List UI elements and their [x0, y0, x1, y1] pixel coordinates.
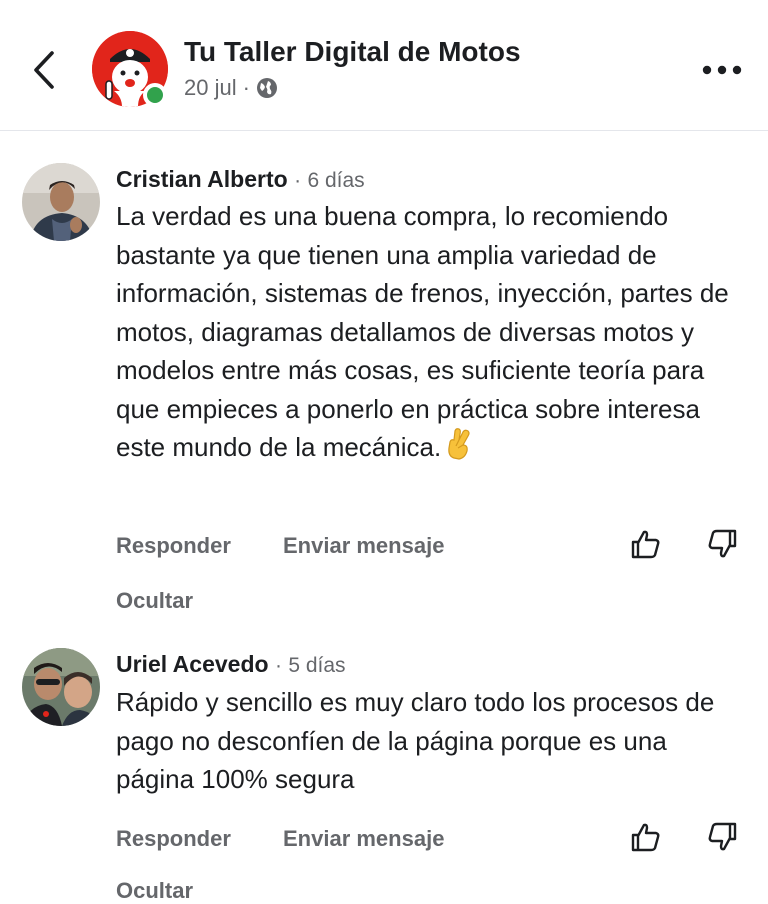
comment-text: Rápido y sencillo es muy claro todo los …	[116, 687, 715, 794]
post-meta: 20 jul ·	[184, 74, 278, 102]
comment-separator: ·	[294, 169, 302, 192]
reply-button[interactable]: Responder	[116, 533, 231, 559]
crossed-fingers-emoji	[448, 428, 470, 460]
comment-separator: ·	[274, 654, 282, 677]
more-horizontal-icon	[702, 65, 742, 75]
back-button[interactable]	[26, 48, 62, 92]
comment-text: La verdad es una buena compra, lo recomi…	[116, 201, 729, 462]
meta-separator: ·	[242, 75, 250, 100]
globe-icon	[256, 78, 277, 98]
hide-button[interactable]: Ocultar	[116, 588, 193, 614]
more-options-button[interactable]	[700, 56, 744, 84]
comment-author[interactable]: Cristian Alberto	[116, 166, 288, 192]
thumbs-up-icon	[631, 530, 660, 559]
post-date[interactable]: 20 jul	[184, 75, 237, 101]
comment-header: Uriel Acevedo · 5 días	[116, 651, 346, 678]
chevron-left-icon	[34, 51, 54, 89]
post-header: Tu Taller Digital de Motos 20 jul ·	[0, 0, 768, 131]
avatar[interactable]	[22, 648, 100, 726]
dislike-button[interactable]	[705, 527, 739, 561]
comment-time: 6 días	[307, 169, 365, 192]
comment-body: Rápido y sencillo es muy claro todo los …	[116, 683, 736, 799]
thumbs-down-icon	[708, 529, 737, 558]
hide-button[interactable]: Ocultar	[116, 878, 193, 904]
like-button[interactable]	[629, 820, 663, 854]
user-photo	[22, 163, 100, 241]
user-photo	[22, 648, 100, 726]
thumbs-down-icon	[708, 822, 737, 851]
send-message-button[interactable]: Enviar mensaje	[283, 826, 444, 852]
send-message-button[interactable]: Enviar mensaje	[283, 533, 444, 559]
page-name[interactable]: Tu Taller Digital de Motos	[184, 36, 521, 68]
comment-time: 5 días	[288, 654, 346, 677]
like-button[interactable]	[629, 527, 663, 561]
comment-author[interactable]: Uriel Acevedo	[116, 651, 269, 677]
online-status-dot	[143, 83, 167, 107]
comment-body: La verdad es una buena compra, lo recomi…	[116, 197, 746, 467]
thumbs-up-icon	[631, 823, 660, 852]
comment-header: Cristian Alberto · 6 días	[116, 166, 365, 193]
dislike-button[interactable]	[705, 820, 739, 854]
avatar[interactable]	[22, 163, 100, 241]
reply-button[interactable]: Responder	[116, 826, 231, 852]
